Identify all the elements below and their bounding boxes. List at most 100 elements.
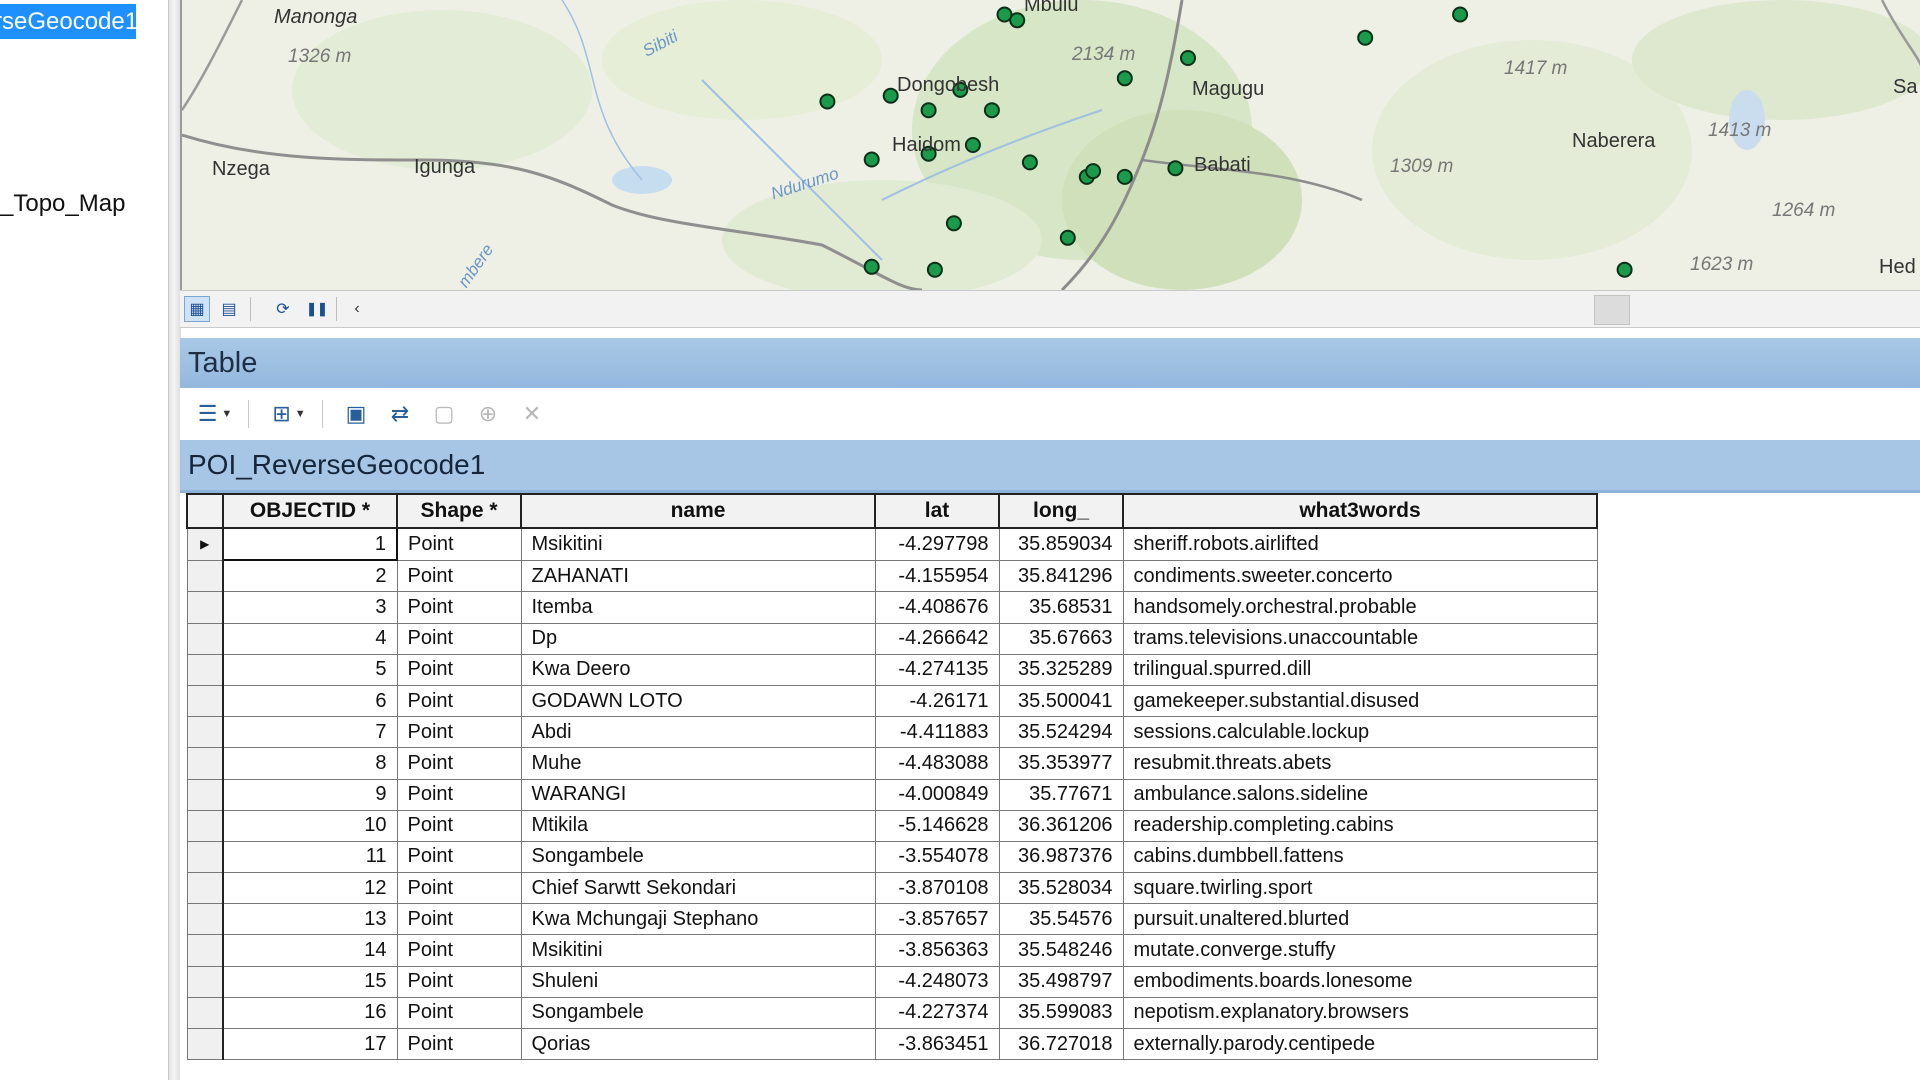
- row-selector[interactable]: [186, 559, 224, 593]
- row-selector[interactable]: [186, 872, 224, 905]
- cell-objectid[interactable]: 4: [222, 622, 398, 655]
- cell-lat[interactable]: -5.146628: [874, 809, 1000, 842]
- row-selector[interactable]: [186, 684, 224, 718]
- cell-name[interactable]: ZAHANATI: [520, 559, 876, 593]
- cell-what3words[interactable]: resubmit.threats.abets: [1122, 747, 1598, 780]
- cell-objectid[interactable]: 14: [222, 934, 398, 967]
- table-row[interactable]: 2 Point ZAHANATI -4.155954 35.841296 condimen…: [186, 559, 1598, 593]
- cell-long[interactable]: 35.54576: [998, 903, 1124, 936]
- cell-objectid[interactable]: 7: [222, 716, 398, 749]
- horizontal-scrollbar-thumb[interactable]: [1594, 295, 1630, 325]
- cell-name[interactable]: Abdi: [520, 716, 876, 749]
- clear-selection-icon[interactable]: ▢: [428, 398, 460, 430]
- row-selector[interactable]: [186, 778, 224, 811]
- poi-point[interactable]: [1167, 160, 1184, 177]
- row-selector[interactable]: [186, 965, 224, 998]
- table-row[interactable]: 9 Point WARANGI -4.000849 35.77671 ambulance.…: [186, 778, 1598, 811]
- cell-shape[interactable]: Point: [396, 809, 522, 842]
- cell-long[interactable]: 35.859034: [998, 527, 1124, 561]
- cell-shape[interactable]: Point: [396, 903, 522, 936]
- cell-what3words[interactable]: embodiments.boards.lonesome: [1122, 965, 1598, 998]
- cell-name[interactable]: Qorias: [520, 1027, 876, 1061]
- cell-objectid[interactable]: 11: [222, 840, 398, 874]
- cell-long[interactable]: 35.68531: [998, 591, 1124, 624]
- pause-icon[interactable]: ❚❚: [304, 296, 330, 322]
- row-selector[interactable]: [186, 716, 224, 749]
- cell-shape[interactable]: Point: [396, 778, 522, 811]
- cell-long[interactable]: 35.841296: [998, 559, 1124, 593]
- map-view[interactable]: Manonga Mbulu Dongobesh Magugu Haidom Ba…: [180, 0, 1920, 290]
- cell-lat[interactable]: -4.155954: [874, 559, 1000, 593]
- table-row[interactable]: 7 Point Abdi -4.411883 35.524294 sessions.cal…: [186, 716, 1598, 749]
- cell-shape[interactable]: Point: [396, 934, 522, 967]
- cell-shape[interactable]: Point: [396, 747, 522, 780]
- cell-what3words[interactable]: nepotism.explanatory.browsers: [1122, 996, 1598, 1030]
- cell-objectid[interactable]: 10: [222, 809, 398, 842]
- cell-shape[interactable]: Point: [396, 996, 522, 1030]
- cell-long[interactable]: 35.77671: [998, 778, 1124, 811]
- cell-name[interactable]: WARANGI: [520, 778, 876, 811]
- cell-name[interactable]: Muhe: [520, 747, 876, 780]
- table-row[interactable]: 11 Point Songambele -3.554078 36.987376 cabin…: [186, 840, 1598, 874]
- cell-objectid[interactable]: 16: [222, 996, 398, 1030]
- cell-long[interactable]: 35.528034: [998, 872, 1124, 905]
- cell-lat[interactable]: -4.483088: [874, 747, 1000, 780]
- cell-long[interactable]: 35.500041: [998, 684, 1124, 718]
- cell-what3words[interactable]: readership.completing.cabins: [1122, 809, 1598, 842]
- row-selector[interactable]: [186, 934, 224, 967]
- row-selector[interactable]: [186, 747, 224, 780]
- cell-lat[interactable]: -3.870108: [874, 872, 1000, 905]
- cell-lat[interactable]: -4.000849: [874, 778, 1000, 811]
- cell-what3words[interactable]: square.twirling.sport: [1122, 872, 1598, 905]
- cell-long[interactable]: 35.599083: [998, 996, 1124, 1030]
- cell-lat[interactable]: -3.863451: [874, 1027, 1000, 1061]
- table-row[interactable]: 6 Point GODAWN LOTO -4.26171 35.500041 gameke…: [186, 684, 1598, 718]
- cell-long[interactable]: 36.987376: [998, 840, 1124, 874]
- cell-name[interactable]: Msikitini: [520, 934, 876, 967]
- poi-point[interactable]: [926, 261, 943, 278]
- cell-long[interactable]: 36.727018: [998, 1027, 1124, 1061]
- cell-objectid[interactable]: 6: [222, 684, 398, 718]
- cell-what3words[interactable]: condiments.sweeter.concerto: [1122, 559, 1598, 593]
- toc-layer-poi-reverse-geocode[interactable]: rseGeocode1: [0, 4, 136, 39]
- cell-lat[interactable]: -4.274135: [874, 653, 1000, 686]
- column-header-long[interactable]: long_: [998, 493, 1124, 529]
- cell-what3words[interactable]: externally.parody.centipede: [1122, 1027, 1598, 1061]
- cell-long[interactable]: 35.548246: [998, 934, 1124, 967]
- poi-point[interactable]: [1616, 261, 1633, 278]
- cell-what3words[interactable]: cabins.dumbbell.fattens: [1122, 840, 1598, 874]
- cell-objectid[interactable]: 3: [222, 591, 398, 624]
- cell-shape[interactable]: Point: [396, 1027, 522, 1061]
- cell-shape[interactable]: Point: [396, 872, 522, 905]
- cell-objectid[interactable]: 17: [222, 1027, 398, 1061]
- cell-lat[interactable]: -3.554078: [874, 840, 1000, 874]
- cell-name[interactable]: Mtikila: [520, 809, 876, 842]
- row-selector[interactable]: [186, 996, 224, 1030]
- cell-objectid[interactable]: 13: [222, 903, 398, 936]
- column-header-what3words[interactable]: what3words: [1122, 493, 1598, 529]
- poi-point[interactable]: [1116, 168, 1133, 185]
- poi-point[interactable]: [863, 151, 880, 168]
- poi-point[interactable]: [1059, 229, 1076, 246]
- poi-point[interactable]: [1180, 50, 1196, 66]
- cell-what3words[interactable]: sheriff.robots.airlifted: [1122, 527, 1598, 561]
- zoom-to-selected-icon[interactable]: ⊕: [472, 398, 504, 430]
- cell-objectid[interactable]: 2: [222, 559, 398, 593]
- cell-objectid[interactable]: 5: [222, 653, 398, 686]
- cell-name[interactable]: Songambele: [520, 840, 876, 874]
- table-row[interactable]: 10 Point Mtikila -5.146628 36.361206 readersh…: [186, 809, 1598, 842]
- cell-lat[interactable]: -4.26171: [874, 684, 1000, 718]
- table-row[interactable]: 16 Point Songambele -4.227374 35.599083 nepot…: [186, 996, 1598, 1030]
- column-header-objectid[interactable]: OBJECTID *: [222, 493, 398, 529]
- cell-what3words[interactable]: sessions.calculable.lockup: [1122, 716, 1598, 749]
- row-selector[interactable]: [186, 840, 224, 874]
- poi-point[interactable]: [964, 137, 981, 153]
- poi-point[interactable]: [1085, 163, 1102, 180]
- cell-name[interactable]: Shuleni: [520, 965, 876, 998]
- table-row[interactable]: 12 Point Chief Sarwtt Sekondari -3.870108 35…: [186, 872, 1598, 905]
- cell-lat[interactable]: -3.856363: [874, 934, 1000, 967]
- layout-view-icon[interactable]: ▦: [184, 296, 210, 322]
- cell-name[interactable]: Kwa Deero: [520, 653, 876, 686]
- table-layer-tab[interactable]: POI_ReverseGeocode1: [180, 440, 1920, 493]
- poi-point[interactable]: [1357, 29, 1374, 46]
